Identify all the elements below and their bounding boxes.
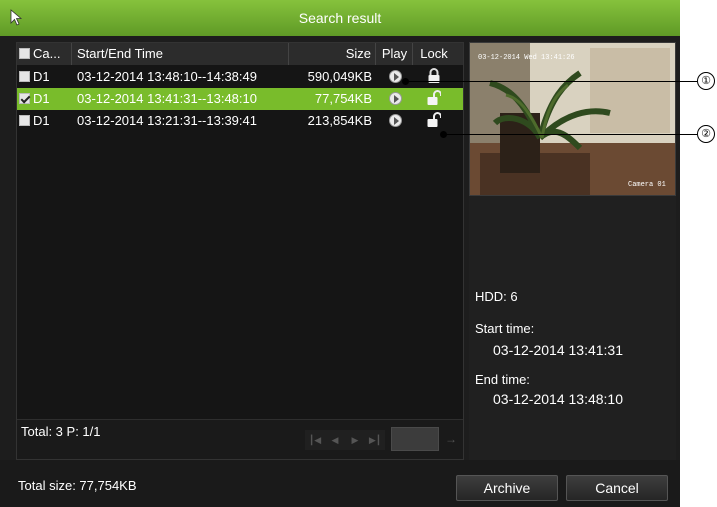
title-bar: Search result <box>0 0 680 36</box>
row-checkbox[interactable] <box>19 115 30 126</box>
play-icon[interactable] <box>388 92 402 105</box>
row-checkbox[interactable] <box>19 93 30 104</box>
start-time-value: 03-12-2014 13:41:31 <box>493 342 623 358</box>
window-title: Search result <box>298 10 382 26</box>
next-page-icon[interactable]: ▶ <box>345 430 365 450</box>
row-time: 03-12-2014 13:21:31--13:39:41 <box>77 113 257 128</box>
search-result-window: Search result Ca... Start/End Time Size … <box>0 0 680 507</box>
first-page-icon[interactable]: ┃◀ <box>305 430 325 450</box>
row-camera: D1 <box>33 69 50 84</box>
cancel-button[interactable]: Cancel <box>566 475 668 501</box>
unlock-icon[interactable] <box>427 112 441 128</box>
video-preview: 03-12-2014 Wed 13:41:26 Camera 01 <box>469 42 676 196</box>
row-size: 77,754KB <box>314 91 372 106</box>
start-time-label: Start time: <box>475 321 535 336</box>
end-time-value: 03-12-2014 13:48:10 <box>493 391 623 407</box>
record-info-panel: HDD: 6 Start time: 03-12-2014 13:41:31 E… <box>469 196 676 460</box>
header-camera[interactable]: Ca... <box>19 43 72 65</box>
row-size: 213,854KB <box>307 113 372 128</box>
callout-1: ① <box>697 72 715 90</box>
cursor-icon <box>10 9 23 26</box>
footer-bar: Total size: 77,754KB Archive Cancel <box>0 460 680 507</box>
prev-page-icon[interactable]: ◀ <box>325 430 345 450</box>
hdd-info: HDD: 6 <box>475 289 518 304</box>
header-play: Play <box>377 43 413 65</box>
table-row[interactable]: D1 03-12-2014 13:21:31--13:39:41 213,854… <box>17 110 463 132</box>
row-time: 03-12-2014 13:48:10--14:38:49 <box>77 69 257 84</box>
callout-1-line <box>406 81 697 82</box>
row-checkbox[interactable] <box>19 71 30 82</box>
preview-image: 03-12-2014 Wed 13:41:26 Camera 01 <box>470 43 675 195</box>
archive-button[interactable]: Archive <box>456 475 558 501</box>
row-camera: D1 <box>33 113 50 128</box>
table-header: Ca... Start/End Time Size Play Lock <box>17 43 463 65</box>
callout-2-line <box>444 134 697 135</box>
total-size: Total size: 77,754KB <box>18 478 137 493</box>
page-number-input[interactable] <box>391 427 439 451</box>
select-all-checkbox[interactable] <box>19 48 30 59</box>
pagination-bar: Total: 3 P: 1/1 ┃◀ ◀ ▶ ▶┃ → <box>17 419 463 459</box>
preview-camera-label: Camera 01 <box>628 181 666 189</box>
go-icon[interactable]: → <box>443 427 459 451</box>
total-count: Total: 3 P: 1/1 <box>21 424 101 439</box>
row-size: 590,049KB <box>307 69 372 84</box>
preview-timestamp: 03-12-2014 Wed 13:41:26 <box>478 54 575 62</box>
unlock-icon[interactable] <box>427 90 441 106</box>
header-size[interactable]: Size <box>290 43 376 65</box>
row-time: 03-12-2014 13:41:31--13:48:10 <box>77 91 257 106</box>
end-time-label: End time: <box>475 372 530 387</box>
last-page-icon[interactable]: ▶┃ <box>365 430 385 450</box>
row-camera: D1 <box>33 91 50 106</box>
record-list: Ca... Start/End Time Size Play Lock D1 0… <box>16 42 464 460</box>
header-lock: Lock <box>420 46 448 61</box>
play-icon[interactable] <box>388 70 402 83</box>
play-icon[interactable] <box>388 114 402 127</box>
table-row[interactable]: D1 03-12-2014 13:48:10--14:38:49 590,049… <box>17 66 463 88</box>
callout-2: ② <box>697 125 715 143</box>
header-time[interactable]: Start/End Time <box>73 43 289 65</box>
table-row[interactable]: D1 03-12-2014 13:41:31--13:48:10 77,754K… <box>17 88 463 110</box>
